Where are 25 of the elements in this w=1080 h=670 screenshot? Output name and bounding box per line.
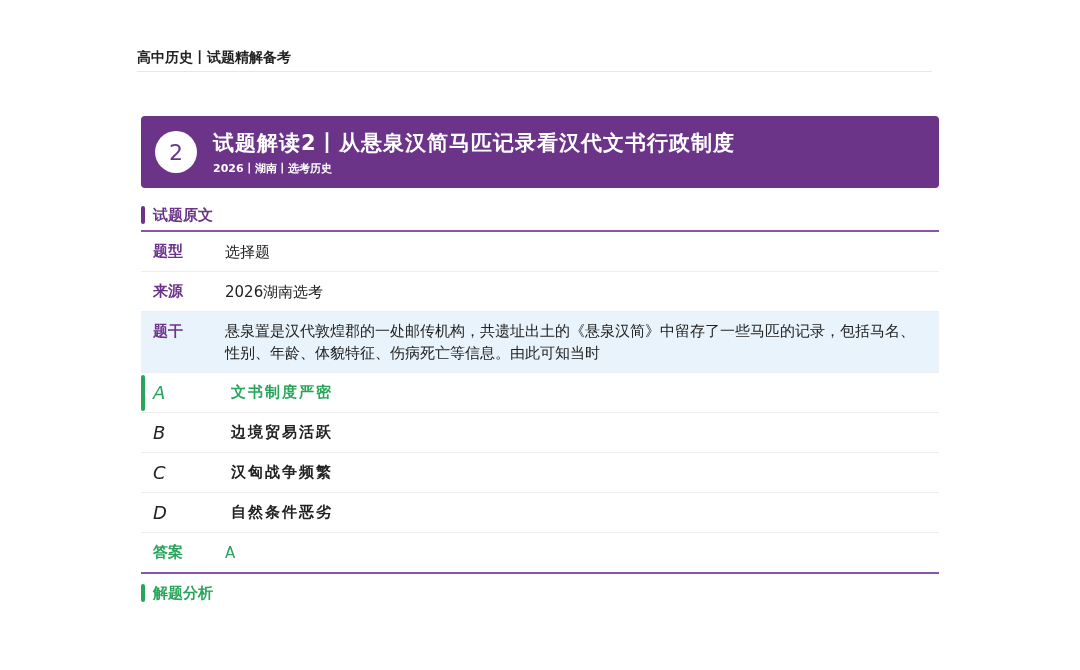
option-text: 边境贸易活跃 bbox=[231, 423, 333, 442]
option-letter: B bbox=[152, 422, 167, 443]
option-letter: D bbox=[152, 502, 168, 523]
option-text: 自然条件恶劣 bbox=[231, 503, 333, 522]
option-text: 汉匈战争频繁 bbox=[231, 463, 333, 482]
option-letter: A bbox=[151, 382, 167, 403]
correct-marker bbox=[141, 374, 145, 411]
option-letter: C bbox=[152, 462, 167, 483]
field-value: 2026湖南选考 bbox=[225, 281, 325, 303]
number-badge: 2 bbox=[155, 131, 197, 173]
banner-title: 试题解读2丨从悬泉汉简马匹记录看汉代文书行政制度 bbox=[213, 129, 735, 157]
field-value: 悬泉置是汉代敦煌郡的一处邮传机构，共遗址出土的《悬泉汉简》中留存了一些马匹的记录，包括马名、性别、年龄、体貌特征、伤病死亡等信息。由此可知当时 bbox=[225, 321, 916, 364]
section-marker bbox=[141, 584, 145, 602]
section-title: 解题分析 bbox=[153, 583, 213, 603]
page-title: 高中历史丨试题精解备考 bbox=[136, 49, 291, 65]
section-title: 试题原文 bbox=[153, 205, 213, 225]
field-label: 题型 bbox=[153, 242, 184, 261]
field-label: 来源 bbox=[153, 282, 184, 301]
field-value: 选择题 bbox=[225, 241, 271, 263]
banner-subtitle: 2026丨湖南丨选考历史 bbox=[213, 160, 333, 176]
section-marker bbox=[141, 206, 145, 224]
answer-label: 答案 bbox=[153, 543, 184, 562]
field-label: 题干 bbox=[153, 321, 184, 342]
option-text: 文书制度严密 bbox=[231, 383, 333, 402]
answer-value: A bbox=[225, 542, 237, 564]
